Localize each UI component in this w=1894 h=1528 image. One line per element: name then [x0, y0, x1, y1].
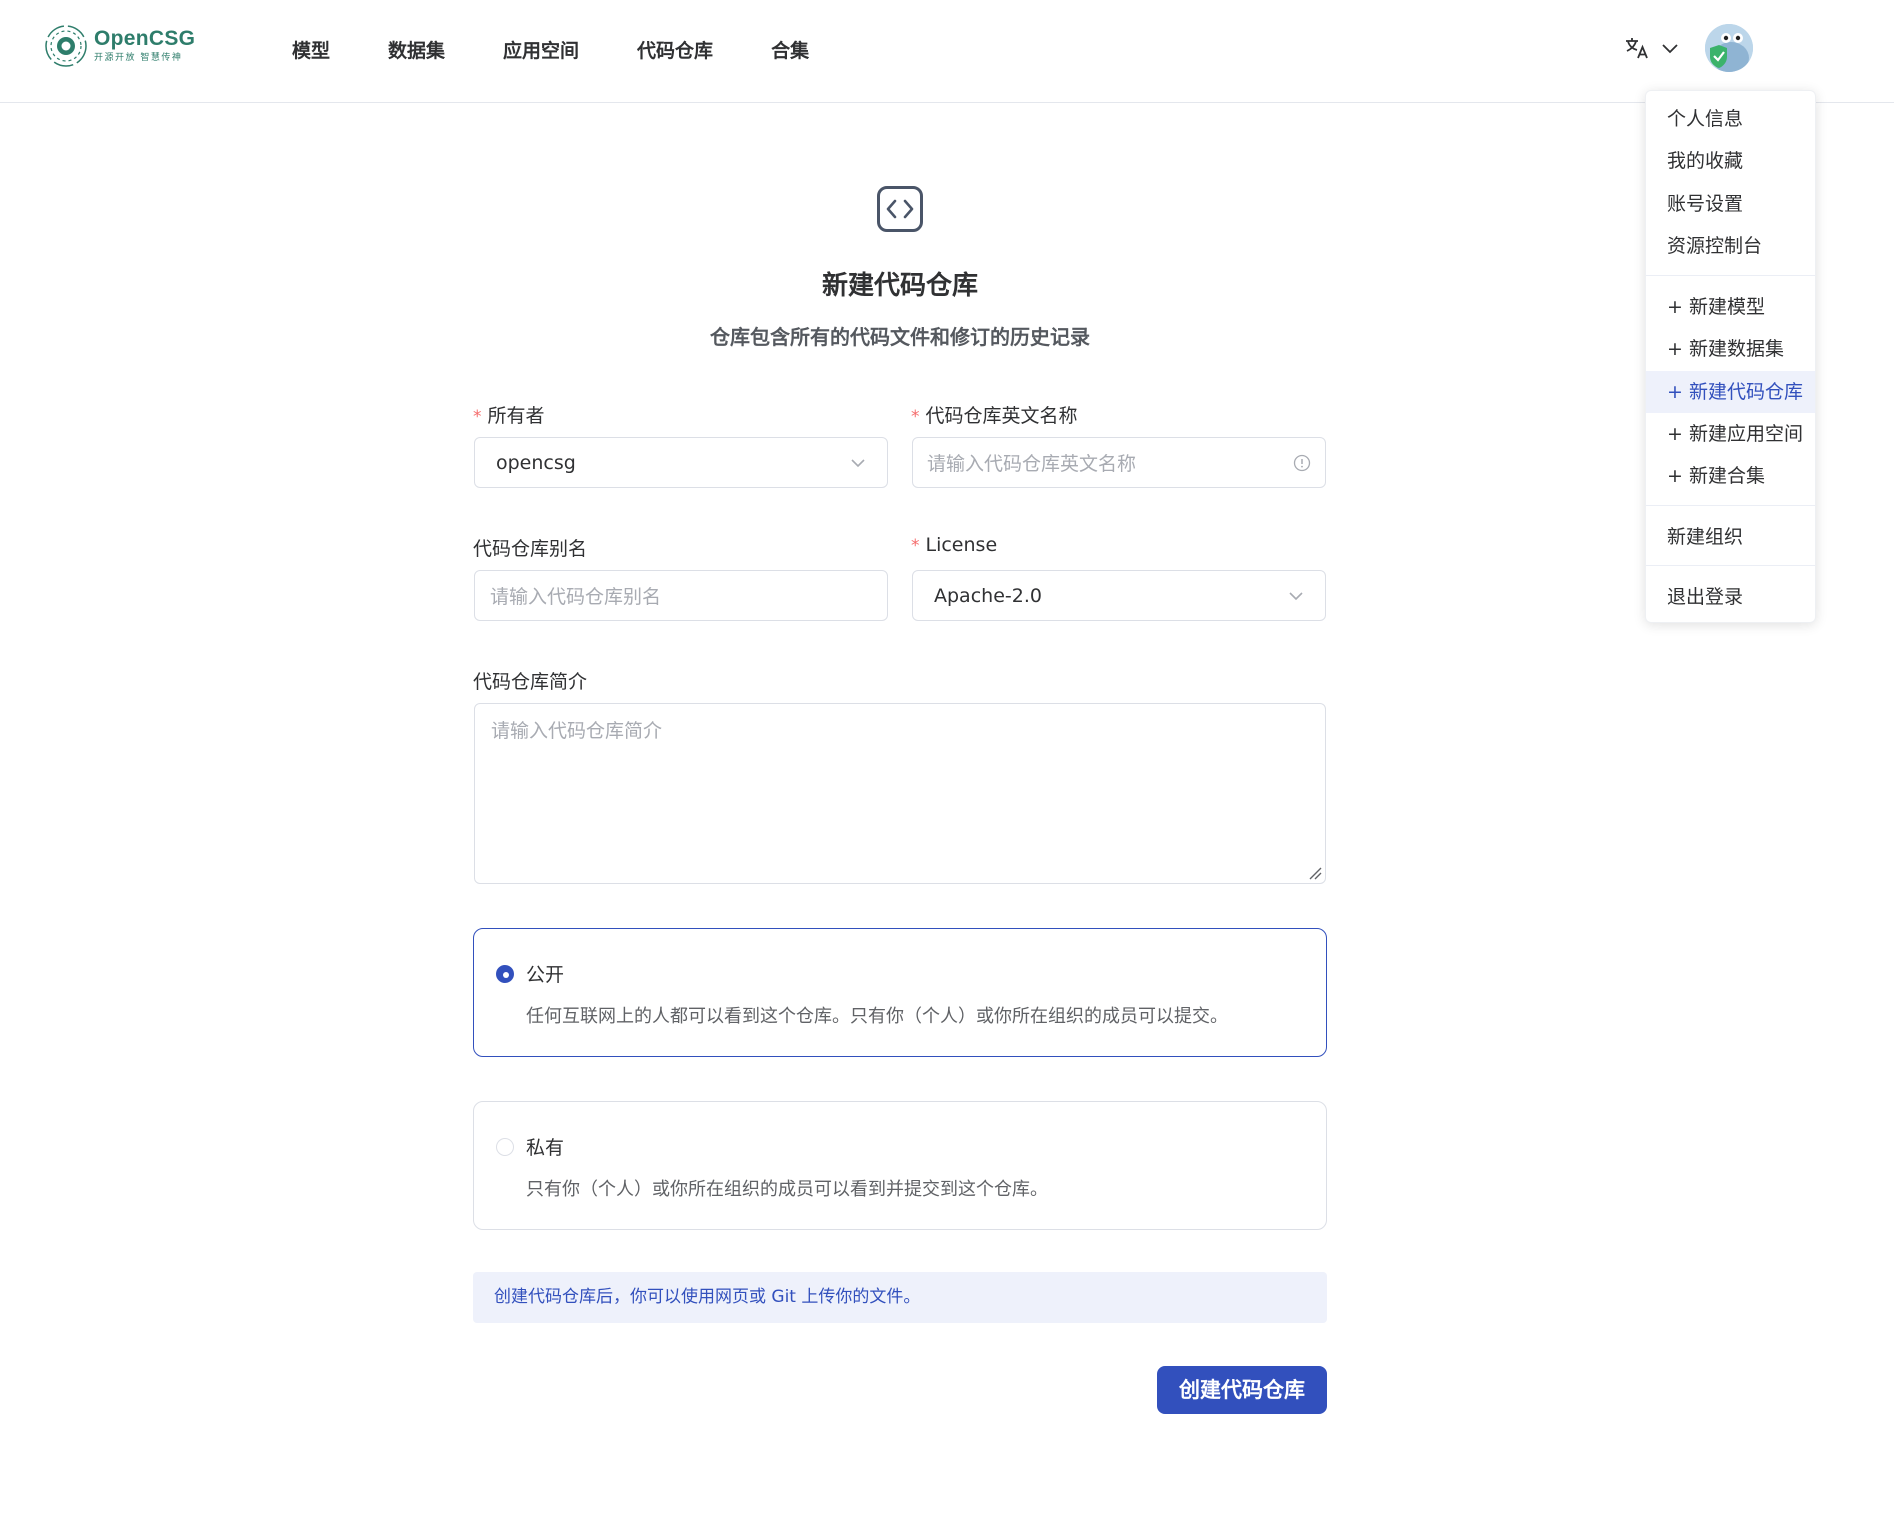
- menu-item-favorites[interactable]: 我的收藏: [1646, 140, 1815, 182]
- owner-select[interactable]: opencsg: [474, 437, 888, 488]
- visibility-private-option[interactable]: 私有 只有你（个人）或你所在组织的成员可以看到并提交到这个仓库。: [473, 1101, 1327, 1230]
- license-value: Apache-2.0: [934, 584, 1042, 607]
- menu-item-new-code-repo[interactable]: + 新建代码仓库: [1646, 371, 1815, 413]
- menu-item-new-space[interactable]: + 新建应用空间: [1646, 413, 1815, 455]
- info-icon[interactable]: [1293, 454, 1311, 472]
- repo-name-placeholder: 请输入代码仓库英文名称: [927, 453, 1137, 475]
- chevron-down-icon: [1289, 591, 1303, 600]
- page-subtitle: 仓库包含所有的代码文件和修订的历史记录: [710, 325, 1090, 349]
- owner-label-text: 所有者: [487, 405, 545, 427]
- translate-icon: [1626, 38, 1648, 59]
- radio-public[interactable]: [496, 965, 514, 983]
- license-label: * License: [911, 534, 997, 556]
- language-switcher[interactable]: [1624, 36, 1680, 60]
- code-icon: [877, 186, 923, 232]
- menu-item-account-settings[interactable]: 账号设置: [1646, 183, 1815, 225]
- nav-item-collections[interactable]: 合集: [771, 36, 809, 63]
- brand-tagline: 开源开放 智慧传神: [94, 53, 183, 63]
- alias-input[interactable]: 请输入代码仓库别名: [474, 570, 888, 621]
- description-label: 代码仓库简介: [473, 671, 588, 693]
- menu-item-logout[interactable]: 退出登录: [1646, 576, 1815, 618]
- nav-item-models[interactable]: 模型: [292, 36, 330, 63]
- visibility-private-title: 私有: [526, 1137, 565, 1159]
- visibility-public-title: 公开: [526, 964, 565, 986]
- menu-item-new-collection[interactable]: + 新建合集: [1646, 455, 1815, 497]
- menu-item-resource-console[interactable]: 资源控制台: [1646, 225, 1815, 267]
- license-label-text: License: [925, 534, 998, 556]
- brand-logo[interactable]: OpenCSG 开源开放 智慧传神: [44, 24, 195, 68]
- license-select[interactable]: Apache-2.0: [912, 570, 1326, 621]
- alias-label: 代码仓库别名: [473, 538, 588, 560]
- description-textarea[interactable]: 请输入代码仓库简介: [474, 703, 1326, 884]
- owner-value: opencsg: [496, 451, 576, 474]
- required-mark: *: [911, 536, 920, 556]
- visibility-public-desc: 任何互联网上的人都可以看到这个仓库。只有你（个人）或你所在组织的成员可以提交。: [526, 1006, 1228, 1027]
- chevron-down-icon: [1662, 44, 1678, 54]
- top-header: OpenCSG 开源开放 智慧传神 模型 数据集 应用空间 代码仓库 合集: [0, 0, 1894, 103]
- upload-notice: 创建代码仓库后，你可以使用网页或 Git 上传你的文件。: [473, 1272, 1327, 1323]
- menu-divider: [1646, 565, 1815, 566]
- repo-name-input[interactable]: 请输入代码仓库英文名称: [912, 437, 1326, 488]
- visibility-private-desc: 只有你（个人）或你所在组织的成员可以看到并提交到这个仓库。: [526, 1179, 1048, 1200]
- nav-item-code-repos[interactable]: 代码仓库: [637, 36, 713, 63]
- chevron-down-icon: [851, 458, 865, 467]
- menu-item-profile[interactable]: 个人信息: [1646, 98, 1815, 140]
- description-placeholder: 请输入代码仓库简介: [491, 720, 663, 742]
- opencsg-logo-icon: [45, 25, 87, 67]
- resize-handle-icon[interactable]: [1308, 866, 1322, 880]
- brand-name: OpenCSG: [94, 27, 196, 50]
- nav-item-datasets[interactable]: 数据集: [388, 36, 445, 63]
- menu-item-new-organization[interactable]: 新建组织: [1646, 516, 1815, 558]
- owner-label: * 所有者: [473, 401, 545, 428]
- avatar-icon: [1705, 24, 1753, 72]
- repo-name-label-text: 代码仓库英文名称: [925, 405, 1078, 427]
- main-nav: 模型 数据集 应用空间 代码仓库 合集: [292, 36, 867, 63]
- required-mark: *: [911, 407, 920, 427]
- required-mark: *: [473, 407, 482, 427]
- nav-item-spaces[interactable]: 应用空间: [503, 36, 579, 63]
- repo-name-label: * 代码仓库英文名称: [911, 401, 1078, 428]
- radio-private[interactable]: [496, 1138, 514, 1156]
- alias-placeholder: 请输入代码仓库别名: [490, 586, 662, 608]
- user-dropdown-menu: 个人信息 我的收藏 账号设置 资源控制台 + 新建模型 + 新建数据集 + 新建…: [1645, 90, 1816, 623]
- user-avatar[interactable]: [1705, 24, 1753, 72]
- page-title: 新建代码仓库: [821, 271, 978, 301]
- menu-divider: [1646, 505, 1815, 506]
- visibility-public-option[interactable]: 公开 任何互联网上的人都可以看到这个仓库。只有你（个人）或你所在组织的成员可以提…: [473, 928, 1327, 1057]
- create-repo-button[interactable]: 创建代码仓库: [1157, 1366, 1327, 1414]
